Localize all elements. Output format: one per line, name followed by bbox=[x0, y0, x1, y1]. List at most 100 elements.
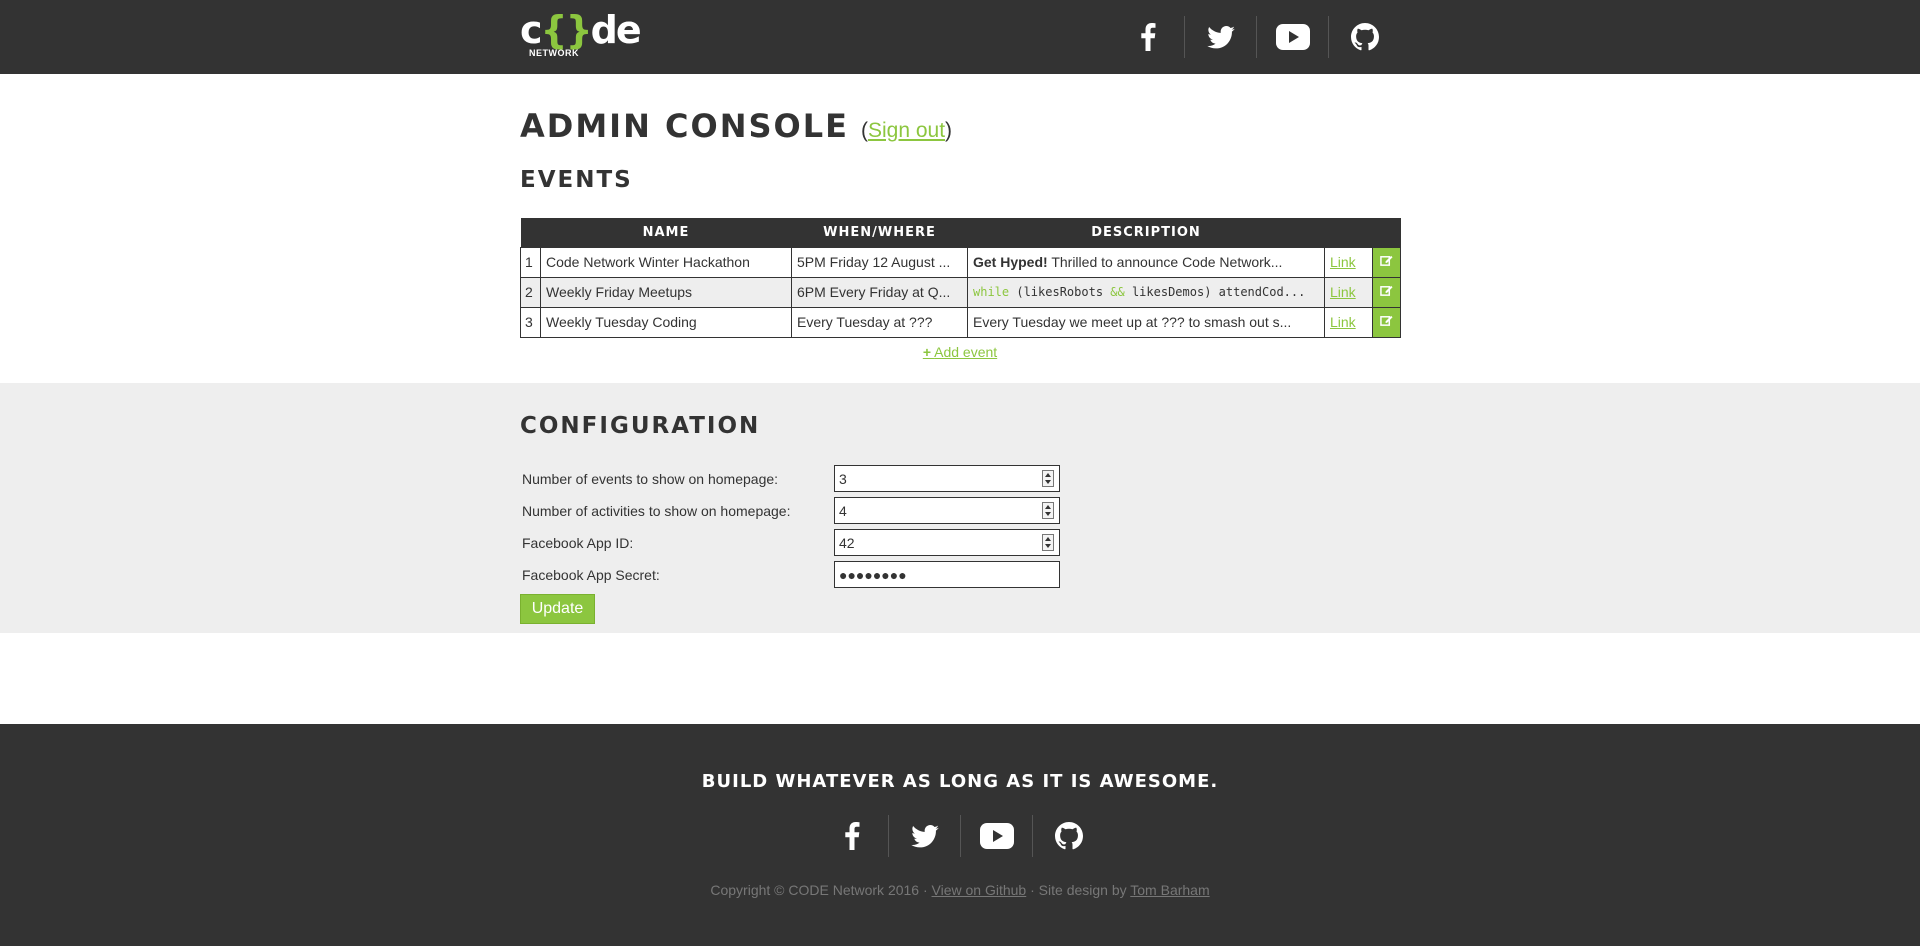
event-link-cell: Link bbox=[1324, 246, 1373, 278]
main-content: ADMIN CONSOLE (Sign out) EVENTS NAME WHE… bbox=[0, 74, 1920, 366]
event-description: while (likesRobots && likesDemos) attend… bbox=[967, 276, 1325, 308]
event-description: Get Hyped! Thrilled to announce Code Net… bbox=[967, 246, 1325, 278]
configuration-form: Number of events to show on homepage: 3 … bbox=[520, 463, 1400, 624]
event-name: Code Network Winter Hackathon bbox=[540, 246, 792, 278]
footer-social-links bbox=[0, 815, 1920, 857]
logo-subtitle: NETWORK bbox=[529, 48, 579, 58]
input-value: 3 bbox=[839, 470, 847, 487]
event-when: 6PM Every Friday at Q... bbox=[791, 276, 968, 308]
facebook-icon bbox=[1141, 23, 1156, 51]
events-header-row: NAME WHEN/WHERE DESCRIPTION bbox=[520, 218, 1401, 247]
number-spinner[interactable] bbox=[1042, 470, 1054, 487]
event-name: Weekly Friday Meetups bbox=[540, 276, 792, 308]
add-event-link[interactable]: + Add event bbox=[923, 344, 997, 360]
github-icon bbox=[1350, 23, 1379, 51]
config-row-facebook-app-secret: Facebook App Secret: ●●●●●●●● bbox=[520, 559, 1400, 591]
edit-icon bbox=[1380, 285, 1393, 296]
add-event-label: Add event bbox=[934, 343, 998, 360]
table-row: 2 Weekly Friday Meetups 6PM Every Friday… bbox=[520, 276, 1401, 308]
logo-word: c{}de bbox=[520, 8, 642, 52]
description-text: Thrilled to announce Code Network... bbox=[1047, 254, 1283, 270]
field-label: Facebook App ID: bbox=[522, 534, 634, 551]
code-text: likesDemos) attendCod... bbox=[1124, 285, 1306, 299]
code-operator: && bbox=[1110, 285, 1125, 299]
row-number: 3 bbox=[520, 306, 541, 338]
input-value: 42 bbox=[839, 534, 855, 551]
twitter-link[interactable] bbox=[888, 815, 960, 857]
event-name: Weekly Tuesday Coding bbox=[540, 306, 792, 338]
events-table: NAME WHEN/WHERE DESCRIPTION 1 Code Netwo… bbox=[520, 218, 1401, 338]
github-link[interactable] bbox=[1328, 16, 1400, 58]
youtube-icon bbox=[1275, 24, 1310, 50]
designer-link[interactable]: Tom Barham bbox=[1130, 882, 1209, 898]
footer: BUILD WHATEVER AS LONG AS IT IS AWESOME.… bbox=[0, 724, 1920, 946]
event-link-cell: Link bbox=[1324, 306, 1373, 338]
event-description: Every Tuesday we meet up at ??? to smash… bbox=[967, 306, 1325, 338]
configuration-section: CONFIGURATION Number of events to show o… bbox=[0, 382, 1920, 633]
input-value: ●●●●●●●● bbox=[839, 566, 907, 583]
event-link[interactable]: Link bbox=[1330, 314, 1356, 330]
event-link[interactable]: Link bbox=[1330, 254, 1356, 270]
twitter-icon bbox=[910, 824, 939, 847]
page-title: ADMIN CONSOLE bbox=[520, 107, 849, 145]
code-network-logo[interactable]: c{}de NETWORK bbox=[520, 10, 642, 60]
edit-event-button[interactable] bbox=[1372, 306, 1401, 338]
copyright-line: Copyright © CODE Network 2016 · View on … bbox=[0, 882, 1920, 898]
update-button[interactable]: Update bbox=[520, 593, 595, 624]
copyright-text: Copyright © CODE Network 2016 · bbox=[710, 882, 932, 898]
activities-count-input[interactable]: 4 bbox=[834, 497, 1060, 524]
row-number: 1 bbox=[520, 246, 541, 278]
table-row: 1 Code Network Winter Hackathon 5PM Frid… bbox=[520, 246, 1401, 278]
col-header-description: DESCRIPTION bbox=[967, 218, 1325, 247]
col-header-link bbox=[1324, 218, 1373, 247]
event-link-cell: Link bbox=[1324, 276, 1373, 308]
edit-icon bbox=[1380, 315, 1393, 326]
footer-slogan: BUILD WHATEVER AS LONG AS IT IS AWESOME. bbox=[701, 771, 1219, 792]
configuration-heading: CONFIGURATION bbox=[520, 412, 761, 439]
twitter-icon bbox=[1206, 25, 1235, 48]
col-header-edit bbox=[1372, 218, 1401, 247]
table-row: 3 Weekly Tuesday Coding Every Tuesday at… bbox=[520, 306, 1401, 338]
field-label: Facebook App Secret: bbox=[522, 566, 660, 583]
input-value: 4 bbox=[839, 502, 847, 519]
facebook-app-id-input[interactable]: 42 bbox=[834, 529, 1060, 556]
edit-event-button[interactable] bbox=[1372, 276, 1401, 308]
twitter-link[interactable] bbox=[1184, 16, 1256, 58]
signout-wrapper: (Sign out) bbox=[860, 119, 953, 142]
plus-icon: + bbox=[922, 343, 931, 360]
description-bold: Get Hyped! bbox=[973, 254, 1048, 270]
header-social-links bbox=[1112, 16, 1400, 58]
view-on-github-link[interactable]: View on Github bbox=[932, 882, 1027, 898]
sign-out-link[interactable]: Sign out bbox=[868, 119, 945, 142]
edit-event-button[interactable] bbox=[1372, 246, 1401, 278]
facebook-app-secret-input[interactable]: ●●●●●●●● bbox=[834, 561, 1060, 588]
code-text: (likesRobots bbox=[1009, 285, 1111, 299]
col-header-when: WHEN/WHERE bbox=[791, 218, 968, 247]
col-header-name: NAME bbox=[540, 218, 792, 247]
youtube-link[interactable] bbox=[960, 815, 1032, 857]
facebook-link[interactable] bbox=[1112, 16, 1184, 58]
top-bar: c{}de NETWORK bbox=[0, 0, 1920, 74]
events-heading: EVENTS bbox=[520, 167, 633, 193]
title-row: ADMIN CONSOLE (Sign out) bbox=[520, 107, 1400, 151]
number-spinner[interactable] bbox=[1042, 502, 1054, 519]
youtube-icon bbox=[979, 823, 1014, 849]
events-count-input[interactable]: 3 bbox=[834, 465, 1060, 492]
row-number: 2 bbox=[520, 276, 541, 308]
site-design-text: · Site design by bbox=[1026, 882, 1131, 898]
field-label: Number of activities to show on homepage… bbox=[522, 502, 791, 519]
facebook-icon bbox=[845, 822, 860, 850]
event-link[interactable]: Link bbox=[1330, 284, 1356, 300]
facebook-link[interactable] bbox=[816, 815, 888, 857]
event-when: 5PM Friday 12 August ... bbox=[791, 246, 968, 278]
code-keyword: while bbox=[973, 285, 1010, 299]
github-icon bbox=[1054, 822, 1083, 850]
number-spinner[interactable] bbox=[1042, 534, 1054, 551]
config-row-events-count: Number of events to show on homepage: 3 bbox=[520, 463, 1400, 495]
field-label: Number of events to show on homepage: bbox=[522, 470, 779, 487]
github-link[interactable] bbox=[1032, 815, 1104, 857]
add-event-row: + Add event bbox=[520, 344, 1400, 366]
edit-icon bbox=[1380, 255, 1393, 266]
config-row-activities-count: Number of activities to show on homepage… bbox=[520, 495, 1400, 527]
youtube-link[interactable] bbox=[1256, 16, 1328, 58]
